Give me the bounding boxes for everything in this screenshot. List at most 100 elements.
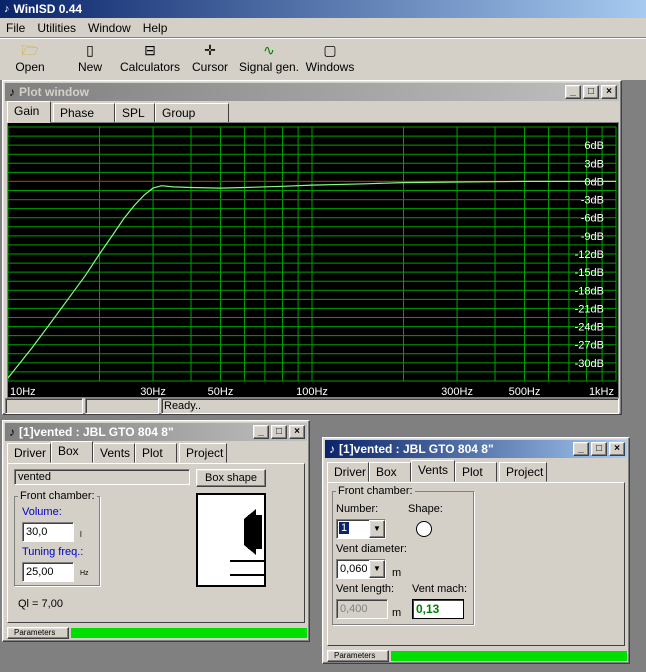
tab-vents[interactable]: Vents [411,460,455,482]
vents-params-bar: Parameters [327,650,627,662]
menu-bar: File Utilities Window Help [0,19,646,37]
minimize-button[interactable]: _ [253,425,269,439]
x-tick-label: 50Hz [208,386,234,398]
chevron-down-icon[interactable]: ▼ [369,560,385,578]
plot-tabs: Gain Phase plot SPL Group delay [7,101,617,134]
y-tick-label: -15dB [575,267,604,279]
plot-status-bar: Ready.. [5,398,619,414]
plot-area[interactable]: 6dB 3dB 0dB -3dB -6dB -9dB -12dB -15dB -18dB -21d… [7,122,619,398]
close-button[interactable]: × [289,425,305,439]
tab-driver[interactable]: Driver [327,462,369,482]
tab-plot[interactable]: Plot [135,443,177,463]
tab-project[interactable]: Project [499,462,547,482]
round-shape-icon[interactable] [416,521,432,537]
shape-label: Shape: [408,503,443,515]
windows-label: Windows [305,60,355,74]
speaker-box-drawing [230,509,264,576]
minimize-button[interactable]: _ [573,442,589,456]
signal-gen-label: Signal gen. [238,60,300,74]
plot-window: ♪ Plot window _ □ × Gain Phase plot SPL … [2,80,622,415]
y-tick-label: -18dB [575,285,604,297]
tab-group-delay[interactable]: Group delay [155,103,229,134]
parameters-label: Parameters [327,650,389,662]
signal-gen-button[interactable]: ∿ Signal gen. [234,40,304,74]
vents-window-titlebar[interactable]: ♪ [1]vented : JBL GTO 804 8" _ □ × [325,440,627,458]
number-select[interactable]: 1 ▼ [336,519,386,539]
app-icon: ♪ [4,3,10,15]
tuning-freq-unit: Hz [80,570,89,577]
vents-tabs: Driver Box Vents Plot Project [327,460,627,482]
vents-front-chamber-label: Front chamber: [336,485,415,497]
tuning-freq-input[interactable] [22,562,74,582]
box-params-bar: Parameters [7,627,307,639]
maximize-button[interactable]: □ [271,425,287,439]
parameters-status-bar [71,628,307,638]
y-tick-label: -3dB [581,195,604,207]
status-cell-1 [5,398,83,414]
parameters-label: Parameters [7,627,69,639]
vent-diameter-unit: m [392,567,402,579]
tab-box[interactable]: Box [369,462,411,482]
tab-vents[interactable]: Vents [93,443,135,463]
y-tick-label: -9dB [581,231,604,243]
maximize-button[interactable]: □ [583,85,599,99]
box-window-title: [1]vented : JBL GTO 804 8" [19,425,174,439]
tab-spl[interactable]: SPL [115,103,155,123]
vent-diameter-label: Vent diameter: [336,543,407,555]
box-shape-preview [196,493,266,587]
tab-phase-plot[interactable]: Phase plot [53,103,115,134]
y-tick-label: -27dB [575,340,604,352]
y-tick-label: -30dB [575,358,604,370]
tab-box[interactable]: Box [51,441,93,463]
vent-diameter-value: 0,060 [340,563,368,575]
box-shape-button[interactable]: Box shape [196,469,266,487]
tuning-freq-label: Tuning freq.: [22,546,84,558]
vents-window-title: [1]vented : JBL GTO 804 8" [339,442,494,456]
x-tick-label: 1kHz [589,386,614,398]
menu-help[interactable]: Help [137,21,174,35]
volume-unit: l [80,530,82,539]
volume-input[interactable] [22,522,74,542]
tab-driver[interactable]: Driver [7,443,51,463]
tab-plot[interactable]: Plot [455,462,497,482]
y-tick-label: -12dB [575,249,604,261]
window-icon: ▢ [323,42,337,58]
chevron-down-icon[interactable]: ▼ [369,520,385,538]
maximize-button[interactable]: □ [591,442,607,456]
vents-window: ♪ [1]vented : JBL GTO 804 8" _ □ × Drive… [322,437,630,664]
box-window-titlebar[interactable]: ♪ [1]vented : JBL GTO 804 8" _ □ × [5,423,307,441]
gain-chart: 6dB 3dB 0dB -3dB -6dB -9dB -12dB -15dB -18dB -21d… [8,126,617,398]
tab-gain[interactable]: Gain [7,101,51,123]
minimize-button[interactable]: _ [565,85,581,99]
plot-window-title: Plot window [19,85,89,99]
close-button[interactable]: × [609,442,625,456]
menu-window[interactable]: Window [82,21,137,35]
menu-file[interactable]: File [0,21,31,35]
box-tab-panel: vented Box shape Front chamber: Volume: … [7,463,305,623]
parameters-status-bar [391,651,627,661]
y-tick-label: -21dB [575,303,604,315]
vents-tab-panel: Front chamber: Number: 1 ▼ Shape: Vent d… [327,482,625,646]
menu-utilities[interactable]: Utilities [31,21,82,35]
windows-button[interactable]: ▢ Windows [295,40,365,74]
vent-length-input[interactable] [336,599,388,619]
x-tick-label: 100Hz [296,386,328,398]
volume-label: Volume: [22,506,62,518]
close-button[interactable]: × [601,85,617,99]
vents-window-icon: ♪ [329,442,335,456]
y-tick-label: 3dB [584,158,604,170]
y-tick-label: -6dB [581,213,604,225]
app-titlebar[interactable]: ♪ WinISD 0.44 [0,0,646,18]
y-tick-label: 6dB [584,140,604,152]
app-window: ♪ WinISD 0.44 File Utilities Window Help… [0,0,646,80]
ql-value: Ql = 7,00 [18,598,63,610]
driver-cone [244,509,256,555]
plot-window-titlebar[interactable]: ♪ Plot window _ □ × [5,83,619,101]
tab-project[interactable]: Project [179,443,227,463]
vent-mach-label: Vent mach: [412,583,468,595]
x-tick-label: 10Hz [10,386,36,398]
vent-diameter-select[interactable]: 0,060 ▼ [336,559,386,579]
box-window: ♪ [1]vented : JBL GTO 804 8" _ □ × Drive… [2,420,310,642]
number-label: Number: [336,503,379,515]
signal-wave-icon: ∿ [263,42,275,58]
